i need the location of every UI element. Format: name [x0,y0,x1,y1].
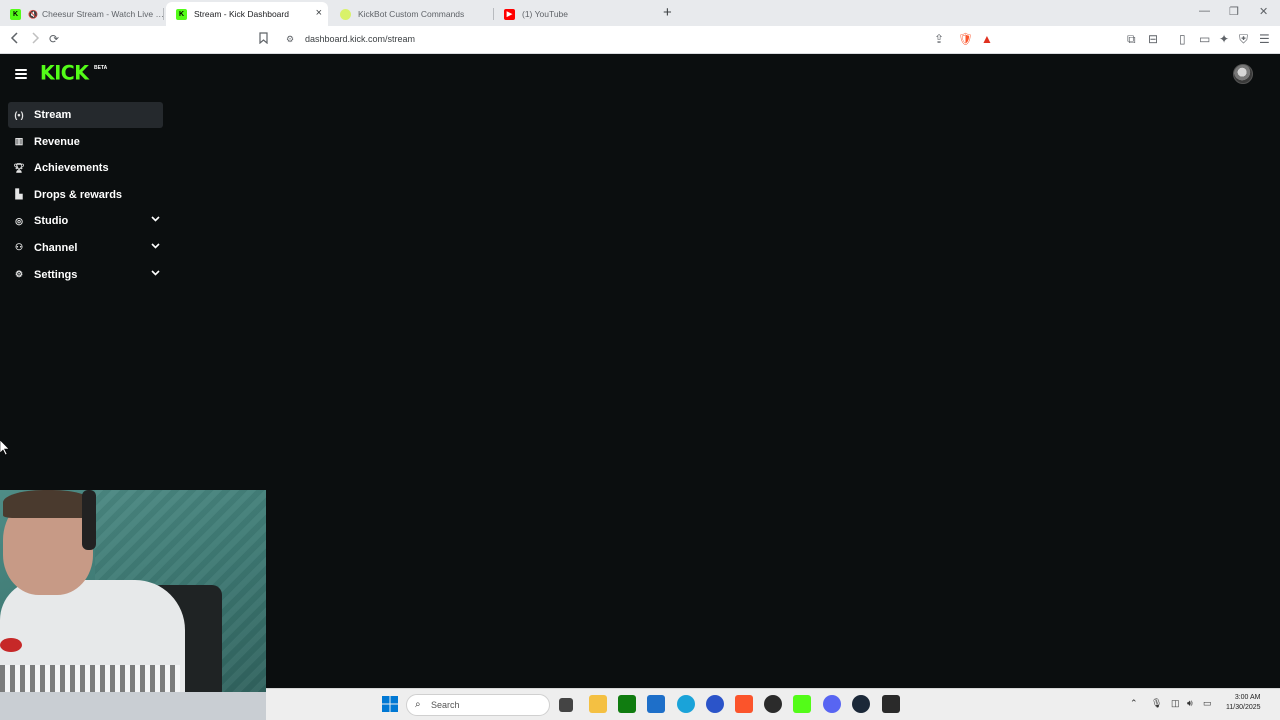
system-clock[interactable]: 3:00 AM 11/30/2025 [1226,693,1261,713]
sidebar-item-channel[interactable]: ⚇ Channel [8,235,163,261]
chevron-down-icon [151,269,160,278]
brave-rewards-icon[interactable]: ▲ [981,32,993,46]
webcam-overlay [0,490,266,720]
browser-tab-active[interactable]: K Stream - Kick Dashboard × [166,2,328,26]
sidebar-item-revenue[interactable]: ▥ Revenue [8,129,163,155]
sidebar-item-studio[interactable]: ◎ Studio [8,208,163,234]
tab-separator [163,8,164,20]
chevron-down-icon [151,216,160,224]
back-icon[interactable] [10,32,20,47]
browser-tab[interactable]: K 🔇 Cheesur Stream - Watch Live on K [0,2,164,26]
sidebar-item-settings[interactable]: ⚙ Settings [8,262,163,288]
wallet-icon[interactable]: ▭ [1199,32,1210,46]
window-close-icon[interactable]: ✕ [1259,5,1268,18]
search-icon: ⌕ [415,699,421,710]
youtube-favicon: ▶ [504,8,515,20]
users-icon: ⚇ [14,242,24,253]
new-tab-button[interactable]: + [663,4,672,21]
gear-icon: ⚙ [14,269,24,280]
edge-icon[interactable] [677,695,695,713]
kickbot-favicon [340,8,351,20]
address-bar[interactable]: dashboard.kick.com/stream [305,34,415,44]
sidebar-item-label: Settings [34,268,78,281]
gift-icon: ▙ [15,189,23,200]
share-icon[interactable]: ⇪ [934,32,944,46]
kick-logo[interactable]: KICK [40,61,89,84]
studio-icon: ◎ [15,215,23,226]
tab-title: Stream - Kick Dashboard [194,9,289,19]
xbox-icon[interactable] [618,695,636,713]
restore-icon[interactable]: ❐ [1229,5,1239,18]
discord-icon[interactable] [823,695,841,713]
chevron-down-icon [151,243,160,251]
sidebar-item-label: Studio [34,215,69,228]
site-settings-icon[interactable]: ⚙ [286,32,294,46]
browser-tab-strip: K 🔇 Cheesur Stream - Watch Live on K K S… [0,0,1280,26]
brave-icon[interactable] [735,695,753,713]
store-icon[interactable] [647,695,665,713]
task-view-icon[interactable] [559,698,573,712]
steam-icon[interactable] [852,695,870,713]
brave-shields-icon[interactable]: 🛡 [958,32,973,46]
kick-favicon: K [176,8,187,20]
reload-icon[interactable]: ⟳ [49,32,59,46]
clock-time: 3:00 AM [1234,694,1261,701]
sidebar-item-label: Revenue [34,135,80,148]
sidebar-item-stream[interactable]: (•) Stream [8,102,163,128]
broadcast-icon: (•) [14,110,24,120]
user-avatar[interactable] [1233,64,1253,84]
chart-icon: ▥ [14,136,24,147]
mouse-cursor-icon [0,439,10,456]
tab-title: (1) YouTube [522,9,568,19]
kick-app-icon[interactable] [793,695,811,713]
app-icon[interactable] [706,695,724,713]
network-icon[interactable]: ◫ [1171,698,1180,709]
tab-title: Cheesur Stream - Watch Live on K [41,9,164,19]
muted-audio-icon[interactable]: 🔇 [28,10,38,19]
sidebar-item-achievements[interactable]: 🏆︎ Achievements [8,155,163,181]
sidebar-item-label: Channel [34,241,78,254]
windows-taskbar: ⌕ Search ⌃ 🎙︎ ◫ 🔊︎ ▭ 3:00 AM 11/30/2025 [266,688,1280,720]
battery-icon[interactable]: ▭ [1203,698,1212,709]
tab-title: KickBot Custom Commands [358,9,465,19]
windows-start-icon[interactable] [381,695,399,713]
bookmark-icon[interactable] [259,32,268,47]
tab-groups-icon[interactable]: ⊟ [1148,32,1158,46]
minimize-icon[interactable]: — [1199,5,1210,17]
clock-date: 11/30/2025 [1226,704,1261,711]
dashboard-sidebar: (•) Stream ▥ Revenue 🏆︎ Achievements ▙ D… [8,102,163,288]
volume-icon[interactable]: 🔊︎ [1187,698,1193,709]
beta-badge: BETA [94,65,108,71]
extensions-icon[interactable]: ⧉ [1127,32,1136,46]
tray-chevron-icon[interactable]: ⌃ [1130,698,1138,709]
browser-toolbar: ⟳ ⚙ dashboard.kick.com/stream ⇪ 🛡 ▲ ⧉ ⊟ … [0,26,1280,54]
search-placeholder: Search [431,700,460,710]
epic-games-icon[interactable] [882,695,900,713]
close-tab-icon[interactable]: × [316,7,322,19]
sidebar-item-drops-rewards[interactable]: ▙ Drops & rewards [8,182,163,208]
vpn-icon[interactable]: ⛨ [1239,32,1248,46]
sidebar-item-label: Drops & rewards [34,188,123,201]
hamburger-menu-icon[interactable] [15,69,27,79]
forward-icon[interactable] [30,32,40,47]
microphone-icon[interactable]: 🎙︎ [1151,698,1162,709]
browser-tab[interactable]: ▶ (1) YouTube [494,2,654,26]
headset [82,490,96,550]
sidebar-item-label: Stream [34,109,72,121]
webcam-jacket-logo [0,638,22,652]
menu-icon[interactable]: ☰ [1259,32,1270,46]
kick-favicon: K [10,8,21,20]
sidebar-toggle-icon[interactable]: ▯ [1179,32,1186,46]
obs-icon[interactable] [764,695,782,713]
browser-tab[interactable]: KickBot Custom Commands [330,2,490,26]
taskbar-search[interactable]: ⌕ Search [406,694,550,716]
trophy-icon: 🏆︎ [13,162,25,173]
webcam-person-hair [3,490,93,518]
sidebar-item-label: Achievements [34,162,109,175]
webcam-floor [0,692,266,720]
leo-ai-icon[interactable]: ✦ [1219,32,1229,46]
file-explorer-icon[interactable] [589,695,607,713]
